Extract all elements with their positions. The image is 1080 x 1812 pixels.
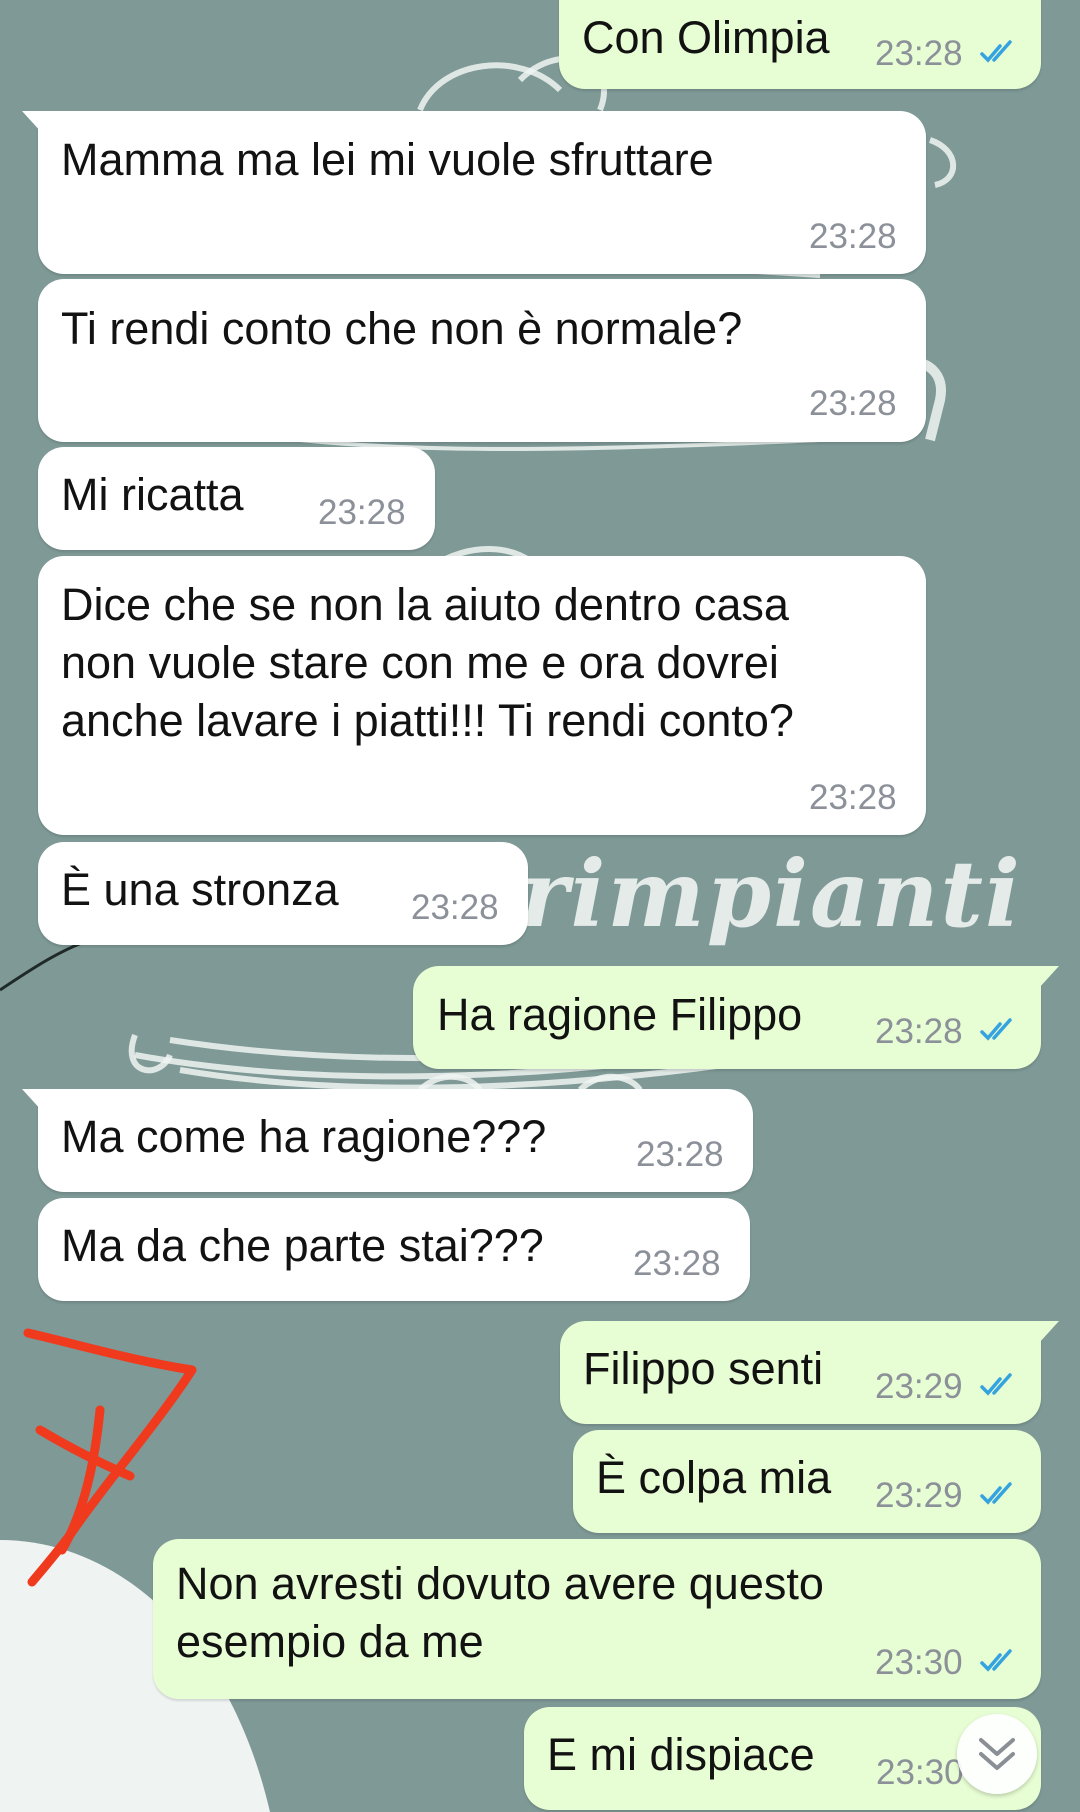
outgoing-message-bubble[interactable]: Filippo senti 23:29 [560,1321,1059,1424]
message-time: 23:28 [633,1244,721,1283]
incoming-message-bubble[interactable]: Ma come ha ragione??? 23:28 [22,1089,753,1192]
chevron-double-down-icon [979,1738,1015,1770]
message-text: Mi ricatta [61,469,244,520]
incoming-message-bubble[interactable]: È una stronza 23:28 [38,842,528,945]
message-text: E mi dispiace [547,1729,815,1780]
message-time: 23:28 [875,34,963,73]
message-text: Non avresti dovuto avere questo esempio … [176,1558,824,1667]
incoming-message-bubble[interactable]: Mamma ma lei mi vuole sfruttare 23:28 [22,111,926,274]
message-text: Filippo senti [583,1343,824,1394]
double-check-icon [980,1482,1012,1505]
message-time: 23:28 [636,1135,724,1174]
message-text: Ha ragione Filippo [437,989,803,1040]
incoming-message-bubble[interactable]: Ma da che parte stai??? 23:28 [38,1198,750,1301]
message-text: Ma come ha ragione??? [61,1111,547,1162]
message-time: 23:28 [809,384,897,423]
double-check-icon [980,1018,1012,1041]
message-text: Mamma ma lei mi vuole sfruttare [61,134,714,185]
message-text: È una stronza [61,864,339,915]
message-time: 23:28 [809,217,897,256]
message-text: Dice che se non la aiuto dentro casa non… [61,579,794,746]
message-text: Ti rendi conto che non è normale? [61,303,743,354]
message-time: 23:30 [876,1753,964,1792]
bubble-tail [22,1089,42,1111]
message-time: 23:30 [875,1643,963,1682]
double-check-icon [980,1649,1012,1672]
message-text: Con Olimpia [582,12,830,63]
message-text: Ma da che parte stai??? [61,1220,544,1271]
message-time: 23:29 [875,1367,963,1406]
scroll-to-bottom-button[interactable] [957,1714,1037,1794]
double-check-icon [980,1373,1012,1396]
incoming-message-bubble[interactable]: Dice che se non la aiuto dentro casa non… [38,556,926,835]
message-time: 23:28 [411,888,499,927]
bubble-tail [1039,1321,1059,1343]
message-time: 23:29 [875,1476,963,1515]
outgoing-message-bubble[interactable]: Ha ragione Filippo 23:28 [413,966,1059,1069]
outgoing-message-bubble[interactable]: È colpa mia 23:29 [573,1430,1041,1533]
message-time: 23:28 [809,778,897,817]
wallpaper-text: rimpianti [520,840,1022,948]
bubble-tail [1039,966,1059,988]
bubble-tail [22,111,42,133]
message-time: 23:28 [875,1012,963,1051]
message-text: È colpa mia [596,1452,832,1503]
message-time: 23:28 [318,493,406,532]
incoming-message-bubble[interactable]: Ti rendi conto che non è normale? 23:28 [38,279,926,442]
outgoing-message-bubble[interactable]: Con Olimpia 23:28 [559,0,1041,89]
incoming-message-bubble[interactable]: Mi ricatta 23:28 [38,447,435,550]
outgoing-message-bubble[interactable]: Non avresti dovuto avere questo esempio … [153,1539,1041,1699]
double-check-icon [980,40,1012,63]
